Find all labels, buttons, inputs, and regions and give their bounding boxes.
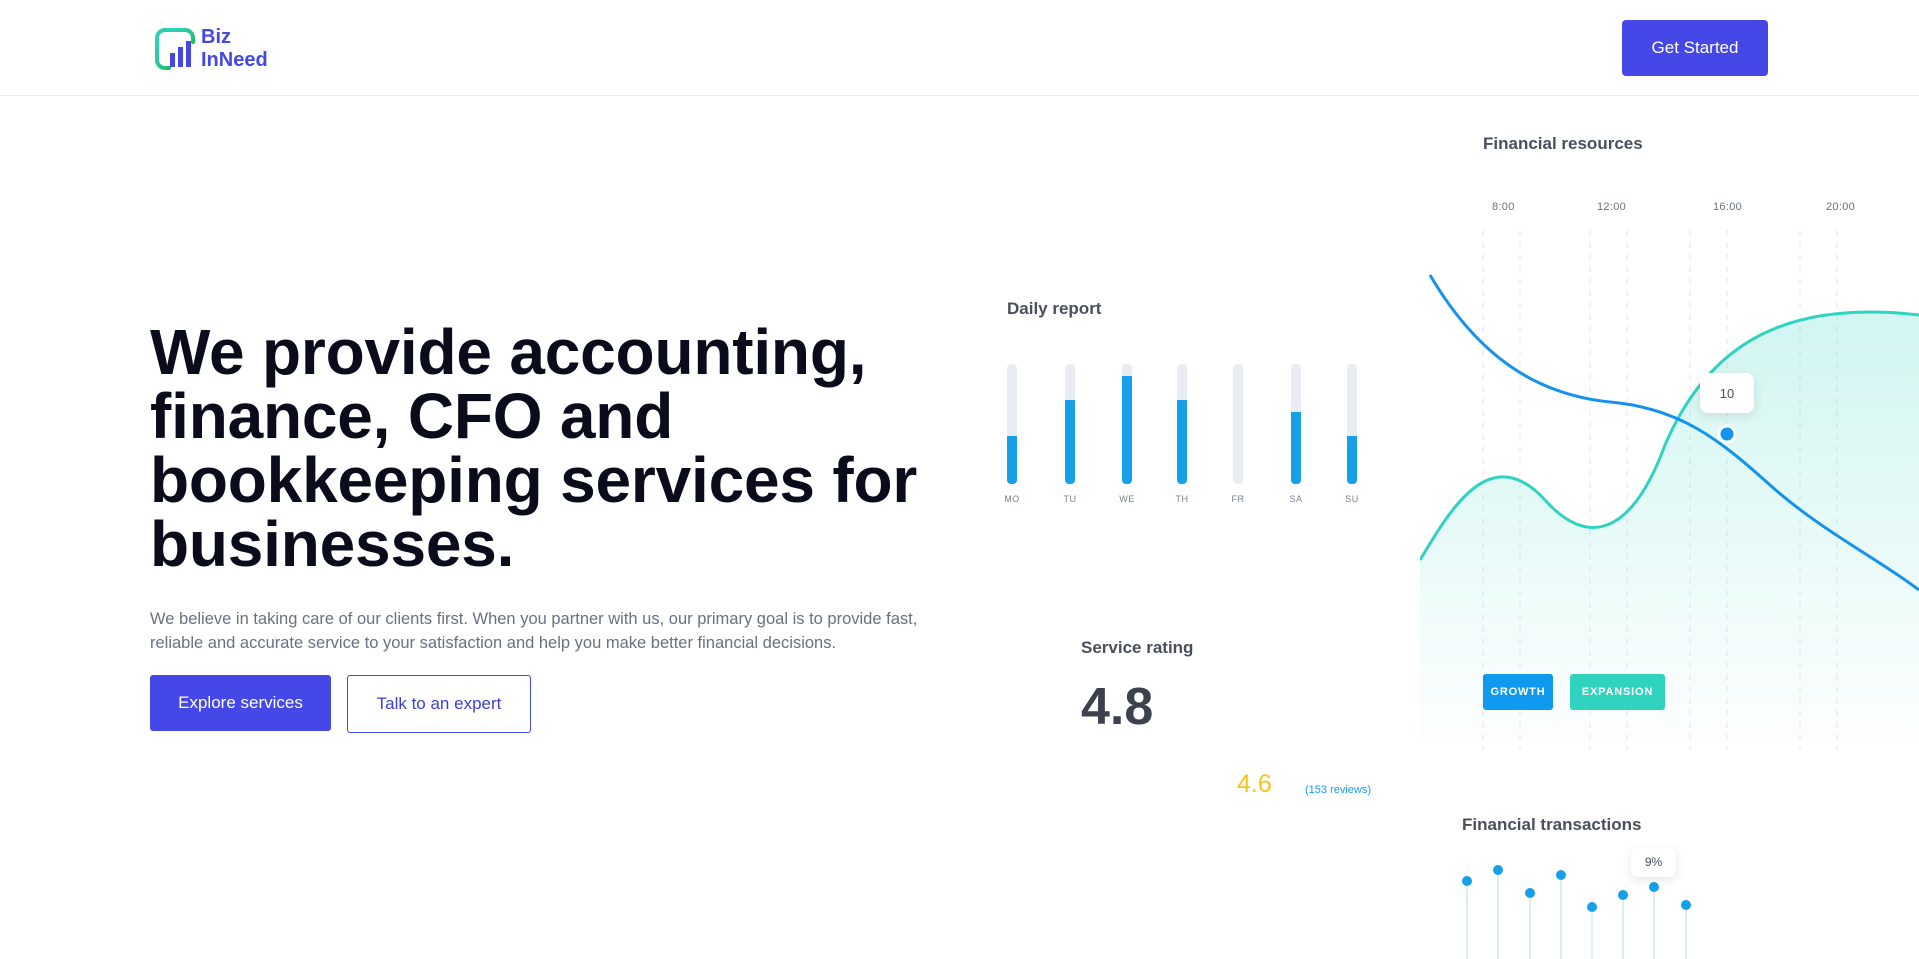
day-label: SU	[1345, 494, 1359, 504]
reviews-count: (153 reviews)	[1305, 784, 1372, 796]
daily-bar	[1007, 364, 1017, 484]
day-label: MO	[1004, 494, 1020, 504]
time-label: 20:00	[1826, 201, 1856, 213]
rating-secondary-value: 4.6	[1237, 770, 1272, 798]
daily-bar-fill	[1347, 436, 1357, 484]
logo-line-2: InNeed	[201, 49, 268, 71]
chart-tooltip: 10	[1700, 373, 1754, 413]
daily-bar	[1122, 364, 1132, 484]
daily-bar	[1291, 364, 1301, 484]
financial-resources-title: Financial resources	[1483, 134, 1643, 153]
daily-bar	[1177, 364, 1187, 484]
get-started-button[interactable]: Get Started	[1622, 20, 1768, 76]
daily-bar-fill	[1122, 376, 1132, 484]
daily-bar-fill	[1291, 412, 1301, 484]
logo-icon[interactable]	[155, 28, 197, 70]
explore-services-button[interactable]: Explore services	[150, 675, 331, 731]
navbar: Biz InNeed Get Started	[0, 0, 1919, 96]
day-label: FR	[1231, 494, 1245, 504]
daily-bar	[1347, 364, 1357, 484]
hero-subtitle: We believe in taking care of our clients…	[150, 610, 918, 652]
daily-bar-fill	[1177, 400, 1187, 484]
time-label: 8:00	[1492, 201, 1515, 213]
day-label: SA	[1289, 494, 1303, 504]
transactions-tooltip: 9%	[1631, 847, 1676, 877]
daily-bar	[1233, 364, 1243, 484]
logo-line-1: Biz	[201, 26, 231, 48]
hero-title: We provide accounting, finance, CFO and …	[150, 316, 918, 580]
daily-report-title: Daily report	[1007, 299, 1102, 318]
daily-bar-fill	[1007, 436, 1017, 484]
rating-value: 4.8	[1081, 678, 1154, 736]
day-label: TH	[1175, 494, 1189, 504]
day-label: TU	[1063, 494, 1077, 504]
daily-bar	[1065, 364, 1075, 484]
talk-to-expert-button[interactable]: Talk to an expert	[347, 675, 531, 733]
time-label: 16:00	[1713, 201, 1743, 213]
financial-transactions-title: Financial transactions	[1462, 815, 1642, 834]
expansion-tag[interactable]: EXPANSION	[1570, 674, 1665, 710]
day-label: WE	[1119, 494, 1135, 504]
growth-tag[interactable]: GROWTH	[1483, 674, 1553, 710]
time-label: 12:00	[1597, 201, 1627, 213]
service-rating-title: Service rating	[1081, 638, 1194, 657]
daily-bar-fill	[1065, 400, 1075, 484]
logo-text[interactable]: Biz InNeed	[201, 26, 268, 72]
